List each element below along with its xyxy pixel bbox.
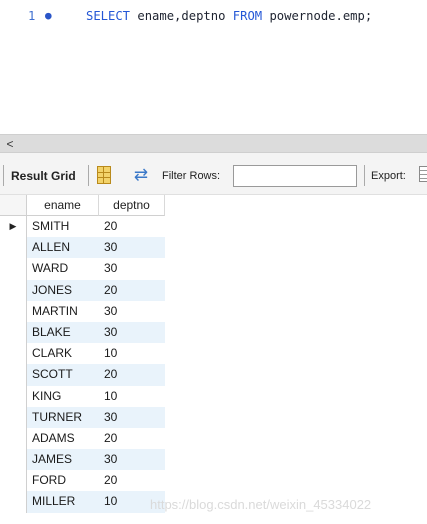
export-icon[interactable]: [419, 166, 427, 182]
column-header-deptno[interactable]: deptno: [99, 195, 165, 216]
table-row[interactable]: BLAKE 30: [0, 321, 165, 344]
toolbar-separator: [3, 165, 4, 186]
editor-line-1[interactable]: 1 ● SELECT ename,deptno FROM powernode.e…: [0, 7, 427, 25]
cell-ename[interactable]: ALLEN: [27, 237, 99, 259]
row-selector[interactable]: [0, 427, 27, 450]
table-row[interactable]: FORD 20: [0, 470, 165, 492]
table-row[interactable]: SCOTT 20: [0, 364, 165, 386]
cell-ename[interactable]: FORD: [27, 470, 99, 491]
cell-ename[interactable]: MILLER: [27, 491, 99, 513]
table-row[interactable]: KING 10: [0, 385, 165, 407]
refresh-icon[interactable]: ⇄: [130, 164, 152, 186]
keyword-from: FROM: [232, 9, 263, 23]
grid-rows: ▶ SMITH 20 ALLEN 30 WARD 30 JONES 20 MARTIN 30 BLAK…: [0, 216, 165, 513]
row-selector[interactable]: [0, 343, 27, 365]
grid-header: ename deptno: [0, 195, 165, 216]
cell-ename[interactable]: MARTIN: [27, 301, 99, 322]
row-selector[interactable]: [0, 364, 27, 386]
form-editor-icon[interactable]: [97, 166, 111, 184]
cell-deptno[interactable]: 20: [99, 279, 165, 301]
table-row[interactable]: ▶ SMITH 20: [0, 216, 165, 238]
row-selector[interactable]: [0, 491, 27, 513]
row-selector[interactable]: [0, 237, 27, 259]
row-selector[interactable]: [0, 470, 27, 492]
scroll-left-icon[interactable]: <: [3, 136, 17, 152]
row-selector[interactable]: [0, 406, 27, 428]
current-row-marker-icon[interactable]: ▶: [0, 216, 27, 238]
table-row[interactable]: MILLER 10: [0, 491, 165, 513]
select-columns: ename,deptno: [130, 9, 233, 23]
table-row[interactable]: ALLEN 30: [0, 237, 165, 259]
row-selector[interactable]: [0, 279, 27, 301]
cell-deptno[interactable]: 30: [99, 237, 165, 259]
toolbar-separator: [88, 165, 89, 186]
table-row[interactable]: MARTIN 30: [0, 300, 165, 322]
result-grid[interactable]: ename deptno ▶ SMITH 20 ALLEN 30 WARD 30 JONES 2…: [0, 195, 427, 524]
keyword-select: SELECT: [86, 9, 131, 23]
column-header-ename[interactable]: ename: [27, 195, 99, 216]
row-selector[interactable]: [0, 449, 27, 471]
cell-ename[interactable]: JAMES: [27, 449, 99, 471]
row-selector[interactable]: [0, 385, 27, 407]
row-selector[interactable]: [0, 300, 27, 322]
cell-deptno[interactable]: 30: [99, 449, 165, 471]
cell-ename[interactable]: ADAMS: [27, 428, 99, 449]
cell-ename[interactable]: SMITH: [27, 216, 99, 237]
cell-ename[interactable]: JONES: [27, 279, 99, 301]
cell-ename[interactable]: BLAKE: [27, 321, 99, 344]
table-row[interactable]: ADAMS 20: [0, 427, 165, 450]
cell-ename[interactable]: SCOTT: [27, 364, 99, 386]
filter-rows-label: Filter Rows:: [162, 170, 221, 182]
cell-deptno[interactable]: 20: [99, 428, 165, 449]
result-toolbar: Result Grid ⇄ Filter Rows: Export:: [0, 153, 427, 195]
cell-deptno[interactable]: 20: [99, 470, 165, 491]
table-row[interactable]: WARD 30: [0, 258, 165, 280]
cell-deptno[interactable]: 30: [99, 406, 165, 428]
export-label: Export:: [371, 170, 406, 182]
table-name: powernode.emp;: [262, 9, 373, 23]
cell-ename[interactable]: CLARK: [27, 343, 99, 364]
cell-deptno[interactable]: 20: [99, 216, 165, 237]
cell-ename[interactable]: KING: [27, 386, 99, 407]
toolbar-separator: [364, 165, 365, 186]
table-row[interactable]: CLARK 10: [0, 343, 165, 365]
table-row[interactable]: TURNER 30: [0, 406, 165, 428]
cell-deptno[interactable]: 30: [99, 321, 165, 344]
result-grid-tab[interactable]: Result Grid: [11, 169, 76, 183]
table-row[interactable]: JAMES 30: [0, 449, 165, 471]
row-selector[interactable]: [0, 258, 27, 280]
watermark: https://blog.csdn.net/weixin_45334022: [150, 497, 372, 512]
sql-editor[interactable]: 1 ● SELECT ename,deptno FROM powernode.e…: [0, 0, 427, 134]
cell-ename[interactable]: WARD: [27, 258, 99, 279]
execution-marker-icon: ●: [45, 9, 52, 22]
cell-deptno[interactable]: 20: [99, 364, 165, 386]
cell-deptno[interactable]: 10: [99, 386, 165, 407]
horizontal-scrollbar[interactable]: <: [0, 134, 427, 153]
cell-deptno[interactable]: 30: [99, 258, 165, 279]
cell-deptno[interactable]: 10: [99, 343, 165, 364]
cell-deptno[interactable]: 30: [99, 301, 165, 322]
line-number: 1: [28, 9, 36, 23]
row-selector[interactable]: [0, 321, 27, 344]
sql-statement: SELECT ename,deptno FROM powernode.emp;: [86, 7, 372, 25]
grid-corner: [0, 195, 27, 216]
cell-ename[interactable]: TURNER: [27, 406, 99, 428]
table-row[interactable]: JONES 20: [0, 279, 165, 301]
filter-rows-input[interactable]: [233, 165, 357, 187]
